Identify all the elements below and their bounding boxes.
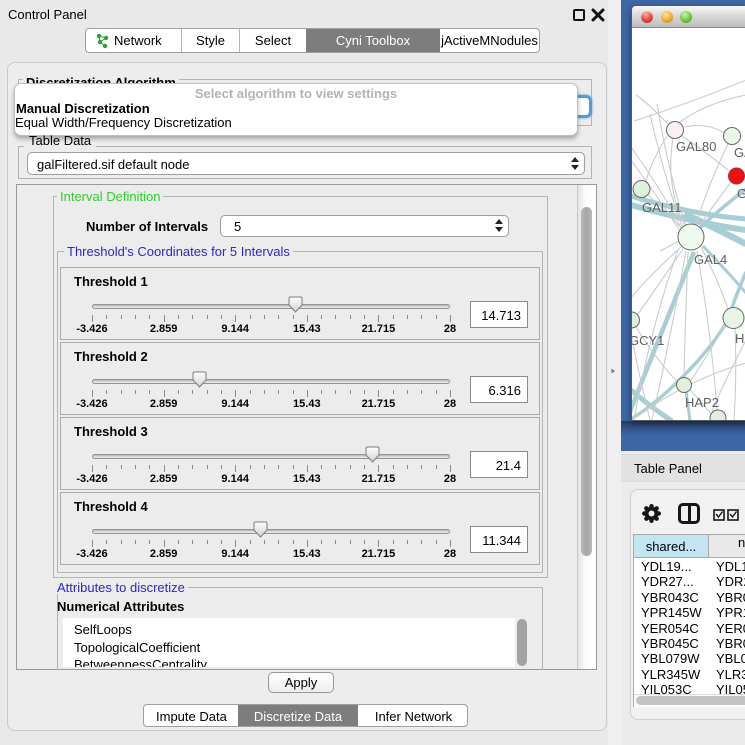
- svg-text:GAL11: GAL11: [642, 200, 682, 215]
- svg-text:GAL4: GAL4: [694, 252, 727, 267]
- svg-text:GAL3: GAL3: [734, 145, 745, 160]
- svg-text:HAP2: HAP2: [685, 395, 719, 410]
- svg-text:GAL80: GAL80: [676, 139, 716, 154]
- svg-text:HIS4: HIS4: [735, 331, 745, 346]
- svg-text:GCY1: GCY1: [632, 333, 664, 348]
- svg-text:GAL2: GAL2: [737, 186, 745, 201]
